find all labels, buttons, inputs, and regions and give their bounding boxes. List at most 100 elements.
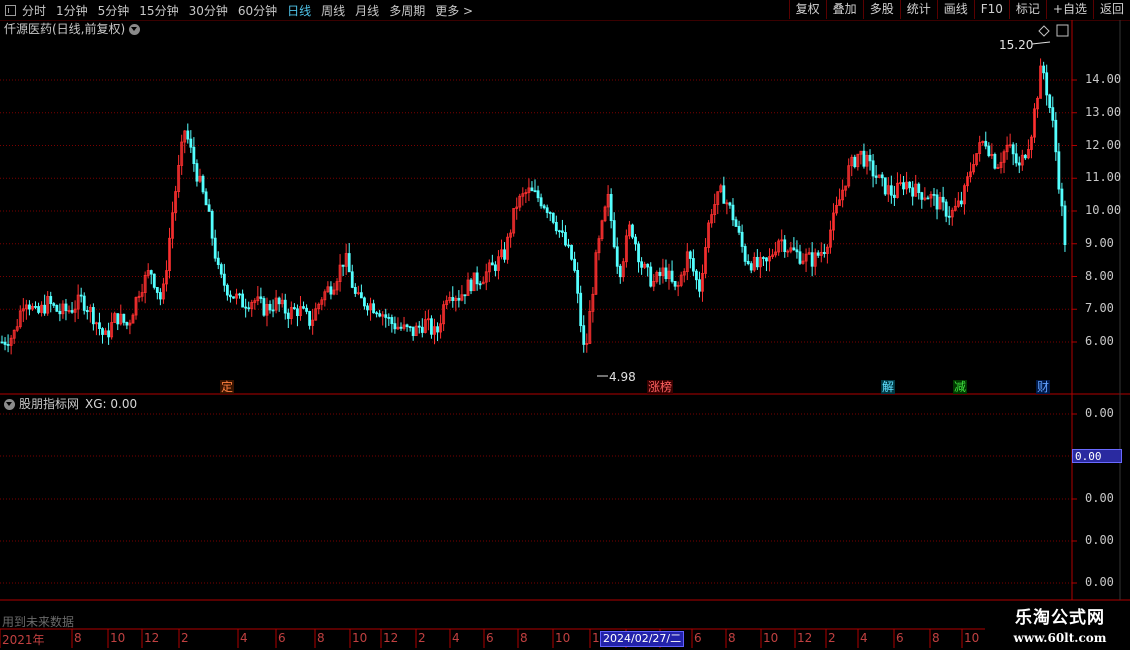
- candle-body: [430, 318, 433, 335]
- candle-body: [637, 243, 640, 263]
- candle-body: [533, 190, 537, 193]
- candle-body: [101, 328, 104, 335]
- candle-body: [189, 138, 193, 148]
- candle-body: [195, 163, 199, 182]
- candle-body: [548, 212, 552, 214]
- candle-body: [795, 249, 799, 253]
- date-axis-label: 10: [110, 631, 126, 645]
- candle-body: [731, 204, 735, 221]
- candle-body: [451, 297, 455, 301]
- candle-body: [609, 194, 613, 221]
- logo-title: 乐淘公式网: [1015, 608, 1105, 628]
- candle-body: [874, 175, 878, 178]
- candle-body: [783, 239, 787, 253]
- event-marker[interactable]: 财: [1036, 380, 1051, 394]
- event-marker[interactable]: 涨榜: [647, 380, 674, 394]
- date-axis-label: 6: [278, 631, 286, 645]
- candle-body: [503, 249, 506, 260]
- candle-body: [920, 192, 924, 200]
- candle-body: [241, 293, 245, 308]
- candle-body: [728, 202, 732, 206]
- candle-body: [201, 175, 205, 193]
- candle-body: [740, 231, 744, 247]
- candle-body: [579, 292, 583, 327]
- candle-body: [755, 256, 759, 268]
- date-axis-label: 12: [144, 631, 160, 645]
- candle-body: [399, 326, 403, 329]
- candle-body: [149, 270, 153, 275]
- candle-body: [646, 263, 650, 268]
- event-marker[interactable]: 定: [220, 380, 235, 394]
- window-icon: [1056, 24, 1069, 37]
- event-marker[interactable]: 减: [953, 380, 968, 394]
- candle-body: [244, 306, 248, 309]
- candle-body: [296, 308, 299, 317]
- candle-body: [82, 295, 86, 311]
- candle-body: [420, 326, 424, 333]
- candle-body: [350, 271, 354, 288]
- candle-body: [871, 160, 875, 177]
- candle-body: [55, 305, 59, 312]
- candle-body: [478, 283, 482, 286]
- candle-body: [210, 210, 214, 239]
- date-axis-label: 4: [240, 631, 248, 645]
- candle-body: [204, 191, 208, 206]
- date-axis-label: 2: [418, 631, 426, 645]
- event-marker[interactable]: 解: [881, 380, 896, 394]
- date-axis-label: 10: [352, 631, 368, 645]
- candle-body: [868, 154, 872, 162]
- chevron-down-icon[interactable]: [4, 398, 15, 410]
- candle-body: [631, 224, 634, 238]
- candle-body: [746, 260, 750, 265]
- candle-body: [158, 292, 162, 300]
- date-axis-label: 4: [452, 631, 460, 645]
- candle-body: [463, 294, 467, 297]
- candle-body: [960, 200, 963, 205]
- candle-body: [347, 253, 351, 273]
- candle-body: [122, 313, 126, 323]
- candle-body: [475, 272, 479, 285]
- candle-body: [734, 219, 738, 227]
- candle-body: [372, 303, 375, 314]
- candle-body: [457, 297, 461, 301]
- candle-body: [743, 246, 747, 262]
- candle-body: [536, 190, 540, 199]
- candle-body: [545, 207, 549, 213]
- date-axis-label: 2021年: [2, 633, 45, 647]
- candle-body: [816, 252, 820, 256]
- candle-body: [670, 270, 674, 282]
- candle-body: [822, 252, 826, 255]
- candle-body: [213, 237, 217, 259]
- candle-body: [85, 310, 89, 313]
- candle-body: [353, 287, 357, 294]
- chevron-down-icon[interactable]: [129, 23, 141, 35]
- candle-body: [984, 140, 988, 147]
- candle-body: [765, 257, 768, 262]
- candle-body: [192, 146, 196, 164]
- candle-body: [98, 322, 101, 330]
- price-axis-label: 12.00: [1085, 137, 1122, 152]
- candle-body: [70, 310, 74, 313]
- candle-body: [935, 194, 939, 210]
- candle-body: [387, 317, 391, 319]
- candle-body: [1045, 72, 1049, 96]
- candle-body: [283, 299, 287, 314]
- candle-body: [551, 212, 555, 223]
- candle-body: [329, 286, 333, 295]
- candle-body: [634, 236, 637, 245]
- candle-body: [155, 286, 159, 293]
- candle-body: [539, 197, 543, 207]
- candlestick-chart[interactable]: [0, 0, 1130, 650]
- date-axis-label: 10: [964, 631, 980, 645]
- candle-body: [58, 310, 62, 315]
- candle-body: [908, 181, 912, 189]
- candle-body: [207, 204, 211, 212]
- candle-body: [494, 264, 497, 271]
- candle-body: [366, 305, 369, 311]
- candle-body: [911, 187, 915, 197]
- date-cursor-label: 2024/02/27/二: [600, 631, 685, 647]
- candle-body: [268, 303, 272, 311]
- chart-title: 仟源医药(日线,前复权): [4, 22, 126, 36]
- date-axis-label: 8: [520, 631, 528, 645]
- candle-body: [405, 324, 409, 328]
